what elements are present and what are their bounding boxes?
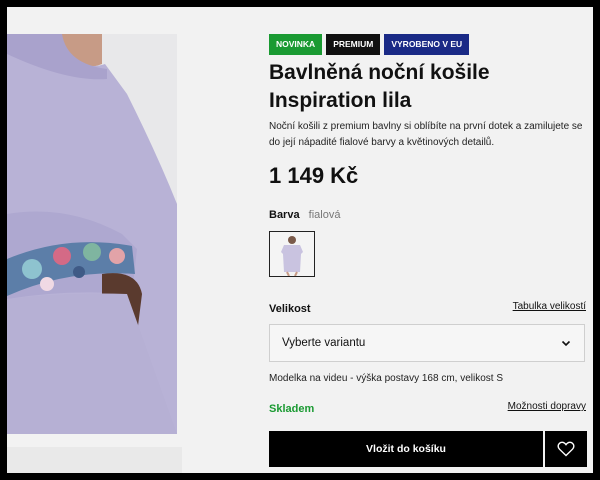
size-select-value: Vyberte variantu [282, 337, 366, 349]
badge-group: NOVINKA PREMIUM VYROBENO V EU [269, 34, 470, 55]
product-image-thumbnail[interactable] [7, 447, 182, 473]
add-to-cart-button[interactable]: Vložit do košíku [269, 431, 543, 467]
size-select[interactable]: Vyberte variantu [269, 324, 585, 362]
product-description: Noční košili z premium bavlny si oblíbít… [269, 121, 583, 148]
badge-premium: PREMIUM [326, 34, 381, 55]
product-title: Bavlněná noční košile Inspiration lila [269, 59, 589, 115]
badge-made-in-eu: VYROBENO V EU [384, 34, 470, 55]
model-note: Modelka na videu - výška postavy 168 cm,… [269, 373, 503, 384]
size-chart-link[interactable]: Tabulka velikostí [513, 301, 586, 312]
color-label: Barva [269, 209, 300, 221]
color-row: Barva fialová [269, 209, 340, 221]
stock-status: Skladem [269, 403, 315, 415]
color-value: fialová [308, 209, 341, 221]
badge-new: NOVINKA [269, 34, 323, 55]
product-photo [7, 34, 177, 434]
heart-icon [557, 441, 575, 457]
color-swatch[interactable] [269, 231, 315, 277]
chevron-down-icon [561, 340, 571, 347]
wishlist-button[interactable] [545, 431, 587, 467]
product-page: NOVINKA PREMIUM VYROBENO V EU Bavlněná n… [7, 7, 593, 473]
product-price: 1 149 Kč [269, 163, 359, 188]
swatch-garment-icon [270, 232, 314, 277]
product-image[interactable] [7, 34, 177, 434]
shipping-options-link[interactable]: Možnosti dopravy [508, 401, 586, 412]
size-label: Velikost [269, 303, 311, 315]
product-title-line-2: Inspiration lila [269, 89, 412, 112]
product-title-line-1: Bavlněná noční košile [269, 61, 490, 84]
